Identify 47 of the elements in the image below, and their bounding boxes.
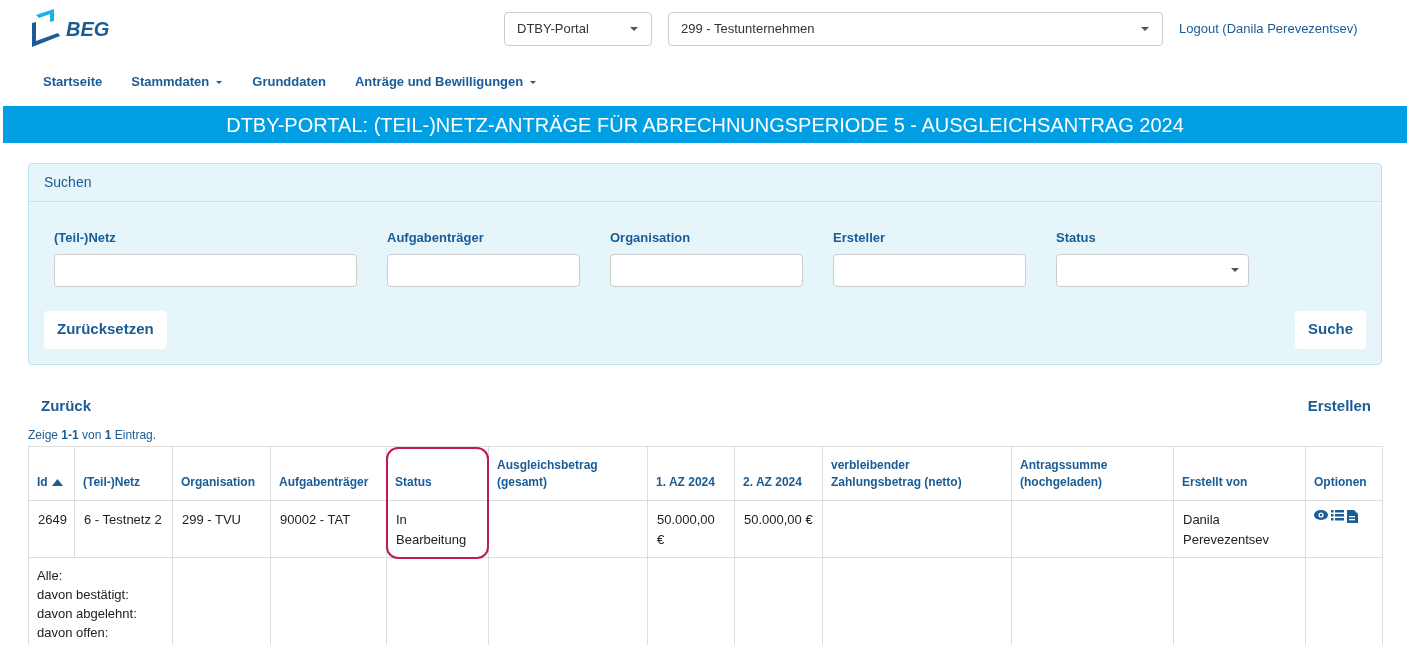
company-select[interactable]: 299 - Testunternehmen xyxy=(668,12,1163,46)
document-icon[interactable] xyxy=(1347,509,1358,523)
create-link[interactable]: Erstellen xyxy=(1307,395,1371,418)
field-label: Status xyxy=(1056,229,1097,247)
panel-title: Suchen xyxy=(44,173,92,192)
nav-link[interactable]: Grunddaten xyxy=(252,72,326,92)
totals-label: Alle: xyxy=(37,566,64,585)
table-cell: 90002 - TAT xyxy=(280,511,351,527)
table-cell: 2649 xyxy=(38,511,67,527)
table-cell: 299 - TVU xyxy=(182,511,241,527)
table-cell: 50.000,00 € xyxy=(657,511,715,547)
nav-link[interactable]: Startseite xyxy=(43,72,103,92)
nav-link[interactable]: Anträge und Bewilligungen xyxy=(354,72,538,92)
list-icon[interactable] xyxy=(1331,509,1344,523)
totals-label: davon offen: xyxy=(37,623,110,642)
table-cell: 50.000,00 € xyxy=(744,511,813,527)
totals-label: davon abgelehnt: xyxy=(37,604,138,623)
reset-button[interactable]: Zurücksetzen xyxy=(44,310,167,349)
caret-icon xyxy=(215,79,224,85)
logo-text: BEG xyxy=(66,17,110,42)
caret-icon xyxy=(629,24,639,34)
view-icon[interactable] xyxy=(1314,509,1328,523)
select-field[interactable] xyxy=(1056,253,1249,287)
table-cell: Danila Perevezentsev xyxy=(1183,511,1269,547)
search-button[interactable]: Suche xyxy=(1295,310,1366,349)
logo-icon xyxy=(30,9,62,49)
input-field[interactable] xyxy=(387,253,580,287)
caret-icon xyxy=(1230,265,1240,275)
back-link[interactable]: Zurück xyxy=(41,395,91,418)
field-label: Ersteller xyxy=(833,229,887,247)
caret-icon xyxy=(529,79,538,85)
input-field[interactable] xyxy=(610,253,803,287)
portal-select[interactable]: DTBY-Portal xyxy=(504,12,652,46)
results-summary: Zeige 1-1 von 1 Eintrag. xyxy=(27,426,158,444)
input-field[interactable] xyxy=(54,253,357,287)
field-label: Aufgabenträger xyxy=(387,229,485,247)
table-cell: 6 - Testnetz 2 xyxy=(84,511,162,527)
totals-label: davon bestätigt: xyxy=(37,585,130,604)
nav-link[interactable]: Stammdaten xyxy=(131,72,224,92)
caret-icon xyxy=(1140,24,1150,34)
logout-link[interactable]: Logout (Danila Perevezentsev) xyxy=(1179,19,1358,39)
sort-ascending-icon[interactable] xyxy=(51,478,63,486)
field-label: (Teil-)Netz xyxy=(54,229,117,247)
page-title-bar: DTBY-PORTAL: (TEIL-)NETZ-ANTRÄGE FÜR ABRECHNUNGSPERIODE 5 - AUSGLEICHSANTRAG 2024 xyxy=(3,106,1407,143)
field-label: Organisation xyxy=(610,229,692,247)
input-field[interactable] xyxy=(833,253,1026,287)
table-cell: In Bearbeitung xyxy=(396,511,467,547)
